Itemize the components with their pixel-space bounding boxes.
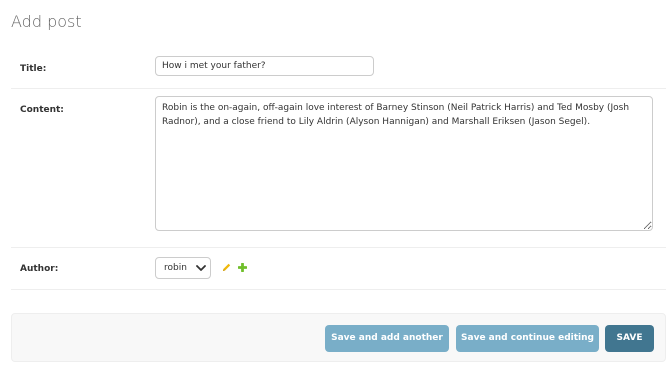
title-row: Title:	[11, 46, 666, 89]
author-select[interactable]: robin	[155, 257, 211, 279]
author-label: Author:	[20, 264, 59, 274]
save-and-continue-button[interactable]: Save and continue editing	[456, 325, 599, 352]
content-label: Content:	[20, 105, 64, 115]
save-button[interactable]: SAVE	[605, 325, 654, 352]
submit-row: Save and add another Save and continue e…	[11, 313, 666, 362]
content-row: Content: Robin is the on-again, off-agai…	[11, 89, 666, 248]
chevron-down-icon	[196, 265, 206, 271]
save-and-add-another-button[interactable]: Save and add another	[325, 325, 449, 352]
page-title: Add post	[11, 12, 82, 31]
author-select-value: robin	[164, 263, 187, 273]
title-label: Title:	[20, 64, 47, 74]
content-textarea[interactable]: Robin is the on-again, off-again love in…	[155, 96, 653, 231]
author-row: Author: robin	[11, 248, 666, 290]
title-input[interactable]	[155, 56, 374, 76]
pencil-icon[interactable]	[221, 262, 232, 273]
plus-icon[interactable]	[237, 262, 248, 273]
